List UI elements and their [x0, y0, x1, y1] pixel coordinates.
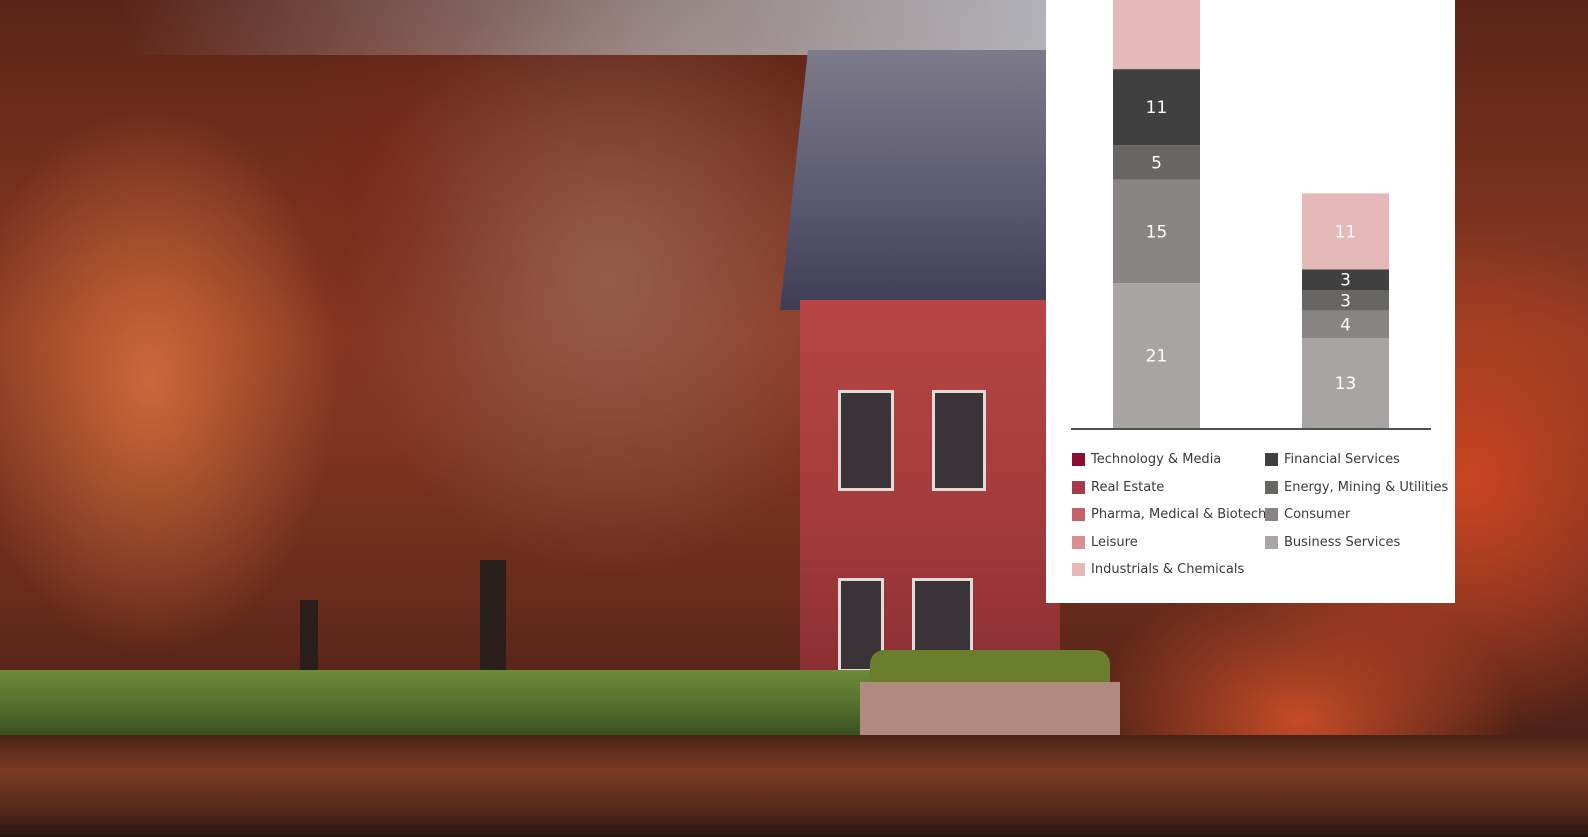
stone-wall	[860, 682, 1120, 740]
data-label: 11	[1146, 98, 1168, 118]
house-window	[932, 390, 986, 491]
data-label: 21	[1146, 347, 1168, 367]
legend-item: Financial Services	[1265, 452, 1400, 467]
data-label: 3	[1340, 291, 1351, 311]
legend-item: Leisure	[1072, 535, 1138, 550]
legend-swatch	[1072, 563, 1085, 576]
legend-item: Business Services	[1265, 535, 1400, 550]
legend-swatch	[1265, 481, 1278, 494]
data-label: 15	[1146, 222, 1168, 242]
legend-label: Consumer	[1284, 507, 1351, 522]
legend-item: Technology & Media	[1072, 452, 1221, 467]
data-label: 11	[1335, 222, 1357, 242]
lawn	[0, 670, 900, 740]
legend-label: Business Services	[1284, 535, 1401, 550]
house-window	[838, 390, 894, 491]
legend-item: Energy, Mining & Utilities	[1265, 480, 1448, 495]
data-label: 13	[1335, 374, 1357, 394]
chart-legend: Technology & Media Real Estate Pharma, Med…	[1046, 450, 1455, 590]
legend-swatch	[1265, 508, 1278, 521]
data-label: 3	[1340, 271, 1351, 291]
house-facade	[800, 300, 1060, 680]
legend-swatch	[1072, 508, 1085, 521]
sky	[120, 0, 1060, 55]
pond-water	[0, 735, 1588, 837]
legend-swatch	[1072, 536, 1085, 549]
legend-swatch	[1265, 536, 1278, 549]
legend-label: Pharma, Medical & Biotech	[1091, 507, 1267, 522]
legend-label: Financial Services	[1284, 452, 1400, 467]
house-roof	[780, 50, 1060, 310]
legend-item: Real Estate	[1072, 480, 1164, 495]
legend-swatch	[1072, 453, 1085, 466]
legend-label: Energy, Mining & Utilities	[1284, 480, 1449, 495]
legend-label: Industrials & Chemicals	[1091, 562, 1245, 577]
legend-label: Real Estate	[1091, 480, 1165, 495]
legend-item: Pharma, Medical & Biotech	[1072, 507, 1266, 522]
legend-label: Technology & Media	[1091, 452, 1222, 467]
chart-panel: 21 13 15 4 5 3 11 3 11 Technology & Media Real Es…	[1046, 0, 1455, 603]
legend-swatch	[1265, 453, 1278, 466]
legend-label: Leisure	[1091, 535, 1138, 550]
legend-item: Consumer	[1265, 507, 1350, 522]
data-label: 4	[1340, 316, 1351, 336]
bar-segment	[1113, 0, 1200, 70]
house-window	[912, 578, 973, 654]
legend-swatch	[1072, 481, 1085, 494]
data-label: 5	[1151, 153, 1162, 173]
stacked-bar-chart: 21 13 15 4 5 3 11 3 11	[1071, 0, 1431, 430]
legend-item: Industrials & Chemicals	[1072, 562, 1244, 577]
